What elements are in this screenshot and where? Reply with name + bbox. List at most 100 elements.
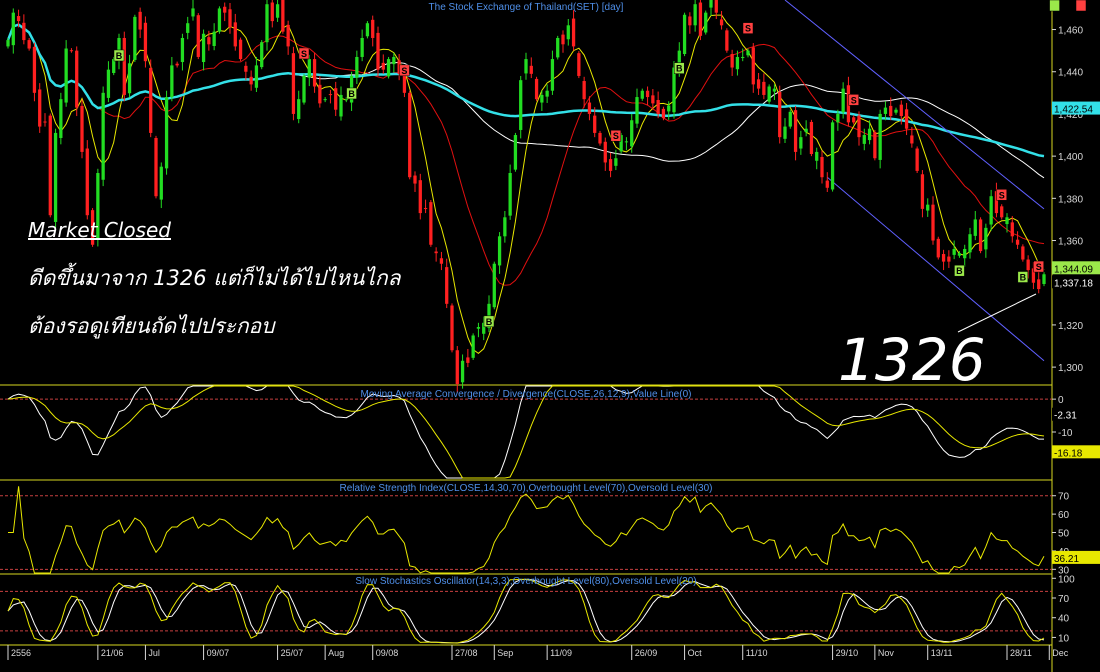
signal-label: B: [1051, 0, 1058, 2]
candle-body: [915, 148, 919, 171]
sell-signal: S: [848, 94, 859, 106]
candle-body: [688, 16, 692, 26]
candle-body: [376, 32, 380, 70]
candle: [556, 35, 560, 60]
candle-body: [1021, 246, 1025, 260]
macd-panel-title: Moving Average Convergence / Divergence(…: [361, 389, 692, 400]
candle-body: [867, 128, 872, 141]
candle: [1021, 244, 1025, 262]
date-tick-label: Sep: [497, 648, 513, 658]
candle-body: [27, 40, 31, 49]
candle-body: [529, 65, 533, 74]
candle-body: [746, 50, 750, 56]
candle-body: [952, 248, 956, 255]
candle-body: [228, 9, 232, 28]
candle-body: [1000, 206, 1004, 218]
signal-label: S: [301, 49, 307, 59]
candle-body: [471, 335, 475, 358]
candle-body: [381, 62, 385, 70]
date-tick-label: Oct: [688, 648, 703, 658]
candle: [164, 90, 169, 175]
candle: [376, 26, 380, 76]
signal-label: S: [851, 95, 857, 105]
candle-body: [6, 40, 10, 47]
candle: [809, 119, 814, 157]
annotation-line-2: ต้องรอดูเทียนถัดไปประกอบ: [28, 314, 275, 338]
signal-label: S: [745, 24, 751, 34]
candle-body: [941, 254, 946, 262]
candle-body: [693, 4, 697, 26]
candle-body: [714, 0, 718, 13]
stochastic-tick-label: 100: [1058, 574, 1075, 585]
candle-body: [593, 115, 597, 133]
candle: [915, 146, 919, 174]
candle-body: [423, 208, 428, 210]
annotation-line-1: ดีดขึ้นมาจาก 1326 แต่ก็ไม่ได้ไปไหนไกล: [28, 266, 401, 290]
candle-body: [857, 115, 861, 138]
candle-body: [809, 121, 814, 155]
candle: [682, 12, 687, 57]
candle-body: [344, 99, 348, 101]
candle-body: [133, 16, 137, 60]
candle: [122, 31, 126, 102]
candle-body: [291, 53, 296, 114]
buy-signal: B: [346, 87, 357, 100]
candle-body: [656, 100, 660, 114]
date-tick-label: 26/09: [635, 648, 658, 658]
candle-body: [799, 137, 803, 149]
signal-label: B: [486, 317, 493, 327]
candle-body: [571, 18, 576, 47]
candle-body: [1015, 239, 1020, 245]
candle: [698, 0, 703, 41]
candle-body: [989, 196, 993, 225]
candle-body: [582, 81, 586, 100]
candle: [143, 16, 148, 68]
candle-body: [201, 33, 206, 63]
candle-body: [830, 122, 835, 190]
candle-body: [175, 63, 179, 66]
candle-body: [513, 135, 518, 170]
candle: [291, 46, 296, 121]
candle: [281, 0, 285, 34]
buy-signal: B: [113, 49, 125, 62]
candle-body: [682, 14, 687, 55]
candle: [133, 14, 137, 63]
macd-tick-label: 0: [1058, 395, 1064, 406]
candle-body: [556, 37, 560, 58]
candle-body: [371, 19, 375, 38]
candle: [788, 109, 792, 129]
candle-body: [286, 24, 290, 47]
buy-signal: B: [674, 62, 685, 74]
date-tick-label: 21/06: [101, 648, 124, 658]
candle-body: [434, 251, 438, 254]
candle-body: [719, 19, 724, 26]
candle: [936, 236, 940, 260]
candle-body: [630, 120, 634, 147]
price-tick-label: 1,440: [1058, 68, 1083, 79]
date-tick-label: 25/07: [281, 648, 304, 658]
macd-tick-label: -10: [1058, 428, 1073, 439]
candle-body: [302, 75, 306, 103]
date-tick-label: Nov: [878, 648, 895, 658]
candle: [53, 128, 58, 231]
candle-body: [281, 0, 285, 32]
candle-body: [138, 11, 142, 30]
candle-body: [1005, 217, 1009, 225]
candle-body: [360, 37, 364, 57]
sell-signal: S: [298, 47, 310, 60]
sell-signal: S: [610, 129, 622, 142]
candle-body: [11, 12, 15, 46]
stochastic-tick-label: 10: [1058, 633, 1070, 644]
candle-body: [307, 59, 311, 78]
candle: [1000, 204, 1004, 220]
candle-body: [149, 67, 153, 133]
annotation-title: Market Closed: [28, 218, 171, 242]
sell-signal: S: [1033, 260, 1044, 273]
candle-body: [577, 53, 581, 76]
candle-body: [756, 79, 761, 89]
candle: [80, 99, 84, 159]
candle-body: [318, 84, 322, 104]
candle: [64, 40, 68, 107]
annotation-big-label: 1326: [838, 326, 986, 394]
candle-body: [75, 50, 79, 108]
